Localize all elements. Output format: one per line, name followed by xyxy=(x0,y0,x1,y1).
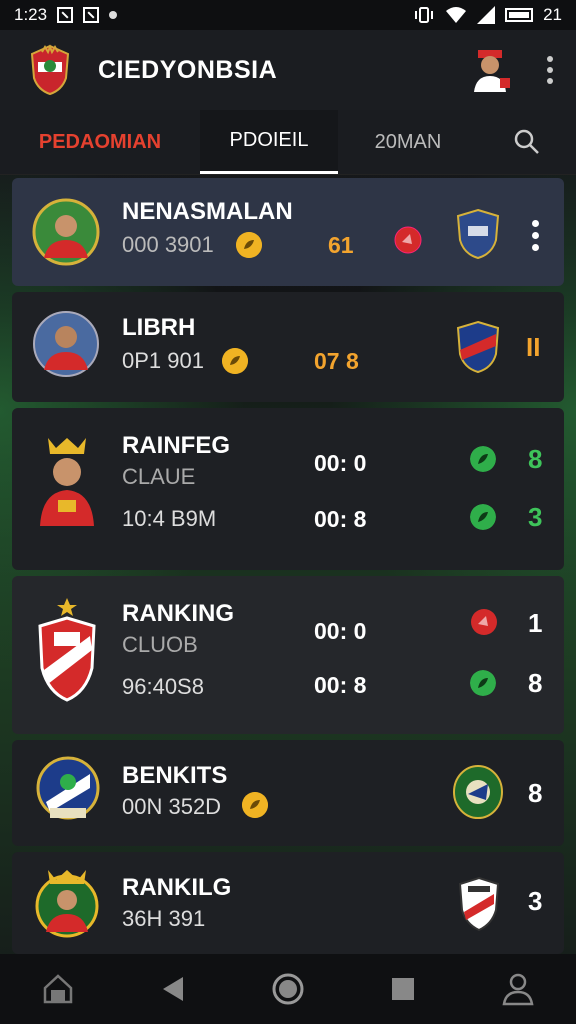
house-button[interactable] xyxy=(38,969,78,1009)
match-score-2: 00: 8 xyxy=(314,672,367,698)
profile-button[interactable] xyxy=(498,969,538,1009)
player-sub: 36H 391 xyxy=(122,906,206,931)
club-crest-icon xyxy=(456,208,500,260)
list-item[interactable]: RANKING CLUOB 96:40S8 00: 0 00: 8 1 8 xyxy=(12,576,564,734)
coin-icon xyxy=(222,348,248,374)
tab-20man[interactable]: 20MAN xyxy=(338,110,478,174)
player-name: LIBRH xyxy=(122,314,196,341)
app-logo-crest-icon[interactable] xyxy=(28,44,72,96)
wifi-icon xyxy=(446,7,467,23)
list-item[interactable]: RAINFEG CLAUE 10:4 B9M 00: 0 00: 8 8 3 xyxy=(12,408,564,570)
app-bar: CIEDYONBSIA xyxy=(0,30,576,110)
status-bar: 1:23 21 xyxy=(0,0,576,30)
system-nav-bar xyxy=(0,954,576,1024)
house-icon xyxy=(43,974,72,1004)
list-item[interactable]: LIBRH 0P1 901 07 8 II xyxy=(12,292,564,402)
match-score-1: 00: 0 xyxy=(314,450,367,476)
match-score: 61 xyxy=(328,232,354,258)
list-item[interactable]: BENKITS 00N 352D 8 xyxy=(12,740,564,846)
app-title: CIEDYONBSIA xyxy=(98,55,278,84)
player-club: CLUOB xyxy=(122,632,198,657)
list-item[interactable]: RANKILG 36H 391 3 xyxy=(12,852,564,954)
back-icon xyxy=(162,977,183,1001)
recents-icon xyxy=(392,978,415,1000)
row-value-1: 8 xyxy=(528,444,543,474)
club-crest-icon xyxy=(453,765,503,819)
player-name: NENASMALAN xyxy=(122,198,293,225)
green-badge-icon xyxy=(470,670,496,696)
person-icon xyxy=(502,973,534,1006)
search-icon xyxy=(514,129,539,154)
row-value: 8 xyxy=(528,778,543,808)
player-club: CLAUE xyxy=(122,464,196,489)
player-sub: 00N 352D xyxy=(122,794,222,819)
player-sub: 10:4 B9M xyxy=(122,506,217,531)
status-time: 1:23 xyxy=(14,5,48,24)
back-button[interactable] xyxy=(153,969,193,1009)
player-avatar xyxy=(33,311,99,377)
player-badge-avatar xyxy=(35,870,99,938)
tab-pedaomian[interactable]: PEDAOMIAN xyxy=(0,110,200,174)
battery-icon xyxy=(505,8,534,22)
row-value: 3 xyxy=(528,886,543,916)
vibrate-icon xyxy=(415,7,434,23)
list-item[interactable]: NENASMALAN 000 3901 61 xyxy=(12,178,564,286)
mail-icon xyxy=(83,7,100,23)
home-circle-icon xyxy=(272,973,304,1005)
row-value: II xyxy=(526,332,541,362)
red-badge-icon xyxy=(471,609,497,635)
club-crest-icon xyxy=(36,756,100,820)
dot-icon xyxy=(109,11,118,19)
notification-icon xyxy=(57,7,74,23)
club-crest-icon xyxy=(456,320,500,374)
row-value-1: 1 xyxy=(528,608,543,638)
player-sub: 000 3901 xyxy=(122,232,214,257)
red-badge-icon xyxy=(394,226,422,254)
tab-pdoieil[interactable]: PDOIEIL xyxy=(200,110,338,174)
tab-bar: PEDAOMIAN PDOIEIL 20MAN xyxy=(0,110,576,175)
player-sub: 0P1 901 xyxy=(122,348,204,373)
recents-button[interactable] xyxy=(383,969,423,1009)
club-crest-icon xyxy=(458,876,500,932)
green-badge-icon xyxy=(470,446,496,472)
player-badge-avatar xyxy=(40,438,94,526)
player-name: RANKING xyxy=(122,600,234,627)
search-button[interactable] xyxy=(478,110,576,174)
player-name: RANKILG xyxy=(122,874,232,901)
home-button[interactable] xyxy=(268,969,308,1009)
player-name: RAINFEG xyxy=(122,432,230,459)
match-score-2: 00: 8 xyxy=(314,506,367,532)
row-more-icon[interactable] xyxy=(532,220,540,251)
signal-icon xyxy=(477,6,496,24)
match-score-1: 00: 0 xyxy=(314,618,367,644)
row-value-2: 8 xyxy=(528,668,543,698)
player-sub: 96:40S8 xyxy=(122,674,204,699)
green-badge-icon xyxy=(470,504,496,530)
player-avatar xyxy=(32,198,100,266)
coin-icon xyxy=(242,792,268,818)
player-name: BENKITS xyxy=(122,762,228,789)
match-score: 07 8 xyxy=(314,348,359,374)
coin-icon xyxy=(236,232,262,258)
row-value-2: 3 xyxy=(528,502,543,532)
club-crest-icon xyxy=(38,598,96,702)
more-vert-icon[interactable] xyxy=(546,56,554,84)
profile-avatar[interactable] xyxy=(472,48,512,92)
status-battery-text: 21 xyxy=(543,5,562,24)
